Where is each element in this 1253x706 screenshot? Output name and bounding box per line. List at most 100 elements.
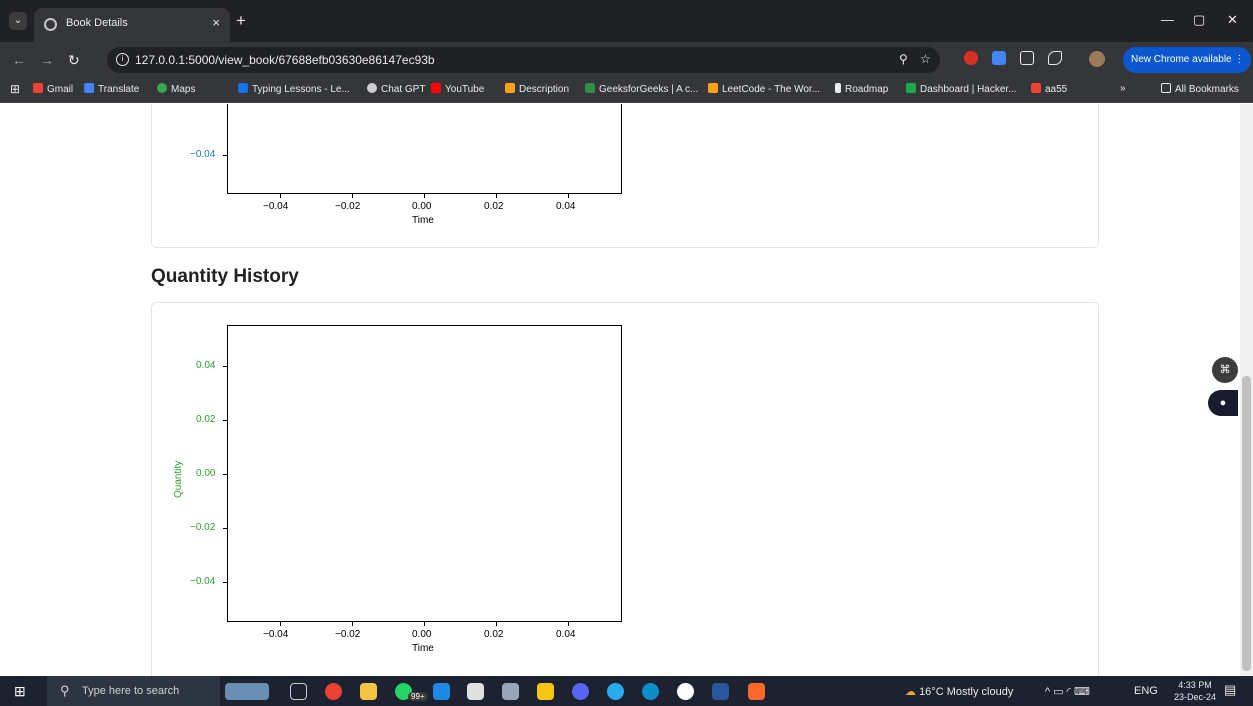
close-icon[interactable]: × [212,15,220,30]
chrome-update-button[interactable]: New Chrome available ⋮ [1123,47,1251,73]
youtube-icon [431,83,441,93]
forward-button[interactable]: → [40,52,54,68]
x-tickmark [568,622,569,626]
language-indicator[interactable]: ENG [1134,685,1158,697]
task-view-icon[interactable] [290,683,307,700]
back-button[interactable]: ← [12,52,26,68]
taskbar-search[interactable]: ⚲ Type here to search [47,676,220,706]
maximize-button[interactable]: ▢ [1193,12,1205,28]
chart-1-xtick: 0.02 [484,201,504,212]
notification-icon[interactable]: ▤ [1224,682,1236,698]
quantity-ytick: −0.02 [190,522,216,533]
bookmark-chatgpt[interactable]: Chat GPT [367,83,425,95]
floating-assistant-button[interactable]: ● [1208,390,1238,416]
chart-1-xtick: −0.02 [335,201,361,212]
reload-button[interactable]: ↻ [68,52,80,69]
store-icon[interactable] [467,683,484,700]
y-tickmark [223,155,227,156]
bookmarks-bar: ⊞ Gmail Translate Maps Typing Lessons - … [0,78,1253,103]
bookmark-leetcode[interactable]: LeetCode - The Wor... [708,83,820,95]
bookmark-roadmap[interactable]: Roadmap [835,83,888,95]
chart-1-xtick: 0.04 [556,201,576,212]
bookmark-maps[interactable]: Maps [157,83,195,95]
x-tickmark [496,194,497,198]
app-icon[interactable] [677,683,694,700]
bookmark-label: GeeksforGeeks | A c... [599,84,699,95]
x-tickmark [280,622,281,626]
bookmark-gmail[interactable]: Gmail [33,83,73,95]
extensions-puzzle-icon[interactable] [1048,51,1062,65]
search-highlight-icon[interactable] [225,683,269,700]
bookmark-star-icon[interactable]: ☆ [920,52,931,66]
typing-icon [238,83,248,93]
system-tray-icons[interactable]: ^ ▭ ◜ ⌨ [1045,685,1090,698]
weather-widget[interactable]: ☁ 16°C Mostly cloudy [905,685,1013,698]
extension-icon[interactable] [992,51,1006,65]
bookmark-label: Roadmap [845,84,889,95]
bookmark-description[interactable]: Description [505,83,569,95]
bookmark-label: Maps [171,84,196,95]
close-window-button[interactable]: ✕ [1227,12,1238,28]
windows-taskbar: ⊞ ⚲ Type here to search 99+ ☁ 16°C Mostl… [0,676,1253,706]
discord-icon[interactable] [572,683,589,700]
quantity-ytick: 0.00 [196,468,216,479]
chart-1-plot-area [227,104,622,194]
bookmark-translate[interactable]: Translate [84,83,139,95]
bookmark-label: YouTube [445,84,485,95]
vscode-icon[interactable] [433,683,450,700]
minimize-button[interactable]: — [1161,12,1174,27]
y-tickmark [223,582,227,583]
quantity-plot-area [227,325,622,622]
tab-book-details[interactable]: Book Details × [34,8,230,42]
bookmarks-overflow-icon[interactable]: » [1120,83,1126,94]
apps-grid-icon[interactable]: ⊞ [10,82,20,96]
url-text[interactable]: 127.0.0.1:5000/view_book/67688efb03630e8… [135,53,435,67]
edge-icon[interactable] [642,683,659,700]
bookmark-geeksforgeeks[interactable]: GeeksforGeeks | A c... [585,83,698,95]
scrollbar-thumb[interactable] [1242,376,1251,671]
bookmark-youtube[interactable]: YouTube [431,83,484,95]
floating-grid-button[interactable]: ⌘ [1212,357,1238,383]
quantity-xtick: 0.04 [556,629,576,640]
chart-1-xlabel: Time [412,215,434,226]
windows-start-icon[interactable]: ⊞ [14,683,26,700]
search-icon: ⚲ [60,683,70,698]
bookmark-typing[interactable]: Typing Lessons - Le... [238,83,350,95]
all-bookmarks-label: All Bookmarks [1175,84,1239,95]
weather-text: 16°C Mostly cloudy [919,686,1014,698]
browser-toolbar: ← → ↻ i 127.0.0.1:5000/view_book/67688ef… [0,42,1253,78]
x-tickmark [352,622,353,626]
clock[interactable]: 4:33 PM 23-Dec-24 [1174,679,1216,703]
profile-avatar[interactable] [1089,51,1105,67]
quantity-xtick: 0.02 [484,629,504,640]
quantity-ytick: 0.04 [196,360,216,371]
word-icon[interactable] [712,683,729,700]
zoom-icon[interactable]: ⚲ [899,52,908,66]
quantity-xtick: 0.00 [412,629,432,640]
address-bar[interactable]: i 127.0.0.1:5000/view_book/67688efb03630… [107,47,940,73]
page-title: Quantity History [151,266,299,287]
app-icon[interactable] [537,683,554,700]
new-tab-button[interactable]: + [236,11,246,31]
extension-icon[interactable] [964,51,978,65]
y-tickmark [223,366,227,367]
globe-icon [44,18,57,31]
tab-search-button[interactable]: ⌄ [9,12,27,30]
x-tickmark [496,622,497,626]
bookmark-hackerrank[interactable]: Dashboard | Hacker... [906,83,1017,95]
maps-icon [157,83,167,93]
app-icon[interactable] [748,683,765,700]
page-scrollbar[interactable] [1240,104,1253,676]
clock-time: 4:33 PM [1178,680,1212,690]
chrome-icon[interactable] [325,683,342,700]
chart-1-ytick: −0.04 [190,149,216,160]
extension-icon[interactable] [1020,51,1034,65]
search-placeholder: Type here to search [82,685,180,697]
app-icon[interactable] [502,683,519,700]
file-explorer-icon[interactable] [360,683,377,700]
bookmark-aa55[interactable]: aa55 [1031,83,1067,95]
telegram-icon[interactable] [607,683,624,700]
all-bookmarks[interactable]: All Bookmarks [1161,83,1239,95]
site-info-icon[interactable]: i [116,53,129,66]
bookmark-label: Chat GPT [381,84,426,95]
